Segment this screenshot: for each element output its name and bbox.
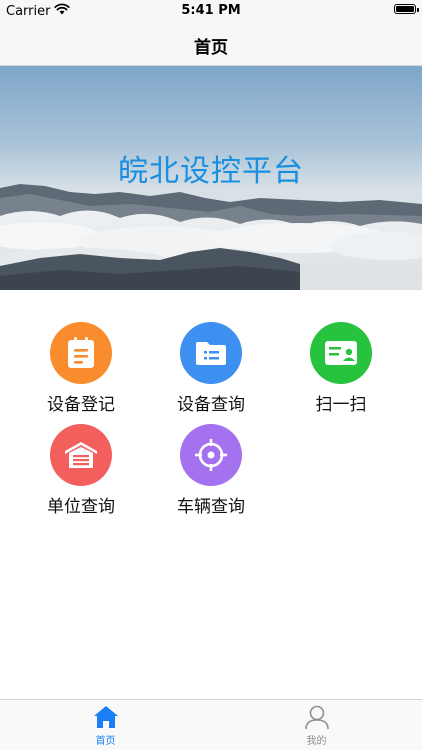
grid-item-label: 设备登记	[47, 395, 115, 415]
garage-icon	[50, 424, 112, 486]
grid-item-scan[interactable]: 扫一扫	[286, 322, 396, 417]
home-icon	[92, 704, 120, 730]
grid-item-unit-query[interactable]: 单位查询	[26, 424, 136, 519]
grid-item-device-register[interactable]: 设备登记	[26, 322, 136, 417]
grid-item-label: 设备查询	[177, 395, 245, 415]
banner-title: 皖北设控平台	[118, 154, 304, 189]
grid-item-label: 单位查询	[47, 497, 115, 517]
tab-home[interactable]: 首页	[0, 704, 211, 747]
page-title: 首页	[194, 38, 228, 58]
id-card-icon	[310, 322, 372, 384]
target-icon	[180, 424, 242, 486]
folder-icon	[180, 322, 242, 384]
user-icon	[303, 704, 331, 730]
battery-icon	[394, 4, 419, 14]
status-time: 5:41 PM	[181, 3, 241, 18]
status-bar: Carrier 5:41 PM	[0, 0, 422, 22]
tab-profile-label: 我的	[306, 736, 327, 747]
grid-item-label: 车辆查询	[177, 497, 245, 517]
grid-item-vehicle-query[interactable]: 车辆查询	[156, 424, 266, 519]
tab-home-label: 首页	[95, 736, 116, 747]
navigation-bar: 首页	[0, 22, 422, 66]
grid-item-device-query[interactable]: 设备查询	[156, 322, 266, 417]
banner: 皖北设控平台	[0, 66, 422, 290]
grid-item-label: 扫一扫	[315, 395, 367, 415]
tab-bar: 首页 我的	[0, 699, 422, 750]
tab-profile[interactable]: 我的	[211, 704, 422, 747]
clipboard-icon	[50, 322, 112, 384]
